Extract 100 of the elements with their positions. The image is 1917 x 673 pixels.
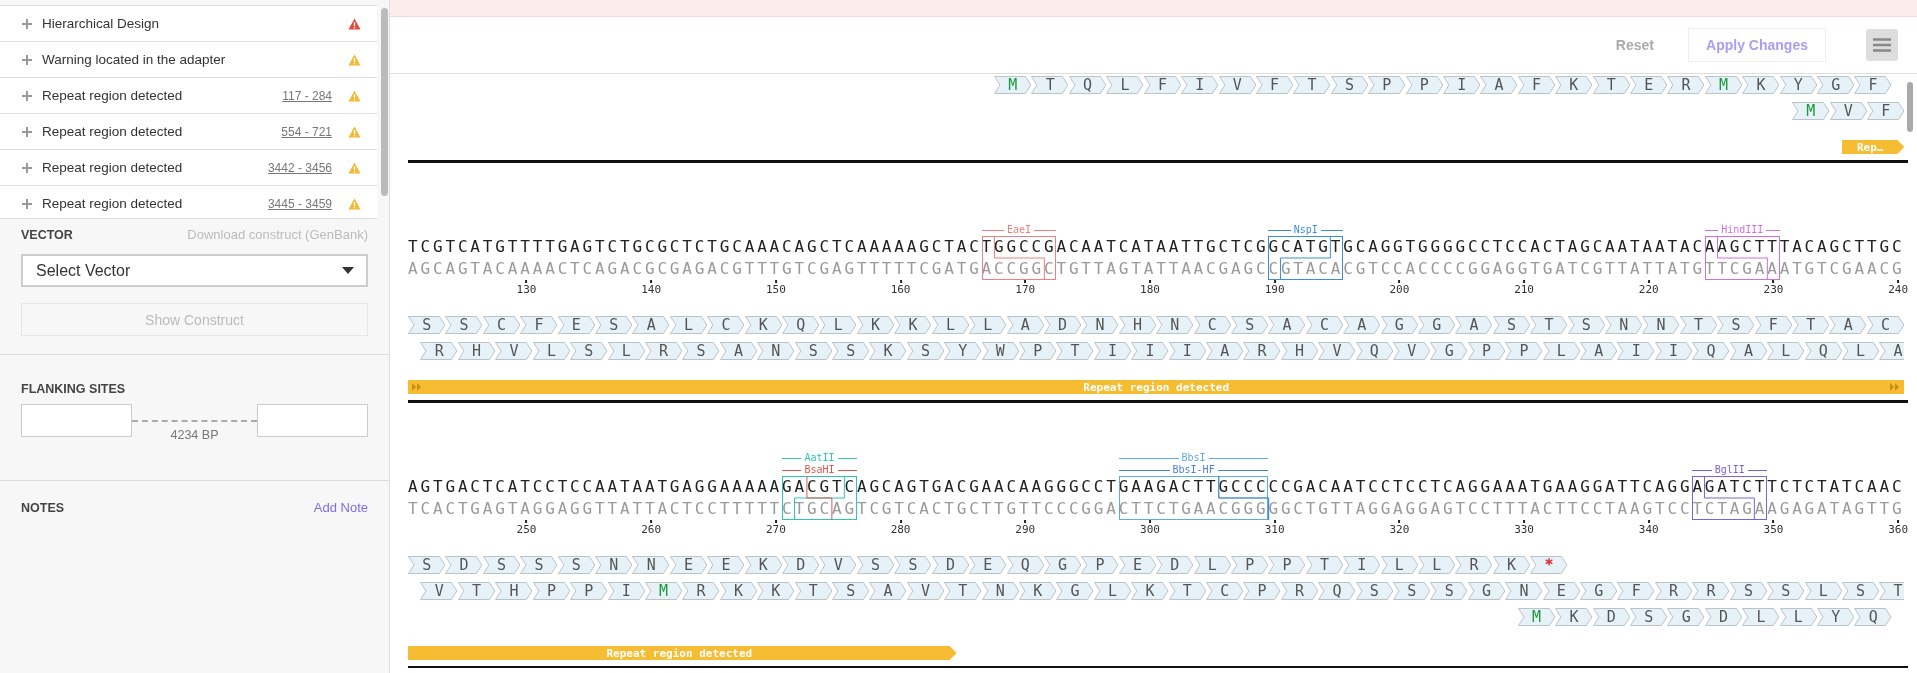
plus-icon[interactable] bbox=[22, 162, 32, 173]
amino-acid: F bbox=[1854, 76, 1892, 94]
amino-acid: P bbox=[570, 582, 608, 600]
amino-acid: F bbox=[1617, 582, 1655, 600]
flanking-input[interactable] bbox=[21, 404, 132, 437]
enzyme-label[interactable]: NspI bbox=[1293, 224, 1318, 236]
amino-acid: P bbox=[532, 582, 571, 600]
amino-acid: L bbox=[607, 342, 645, 360]
amino-acid: I bbox=[1131, 342, 1169, 360]
enzyme-label[interactable]: BsaHI bbox=[804, 464, 835, 476]
flanking-input[interactable] bbox=[257, 404, 368, 437]
range-link[interactable]: 554 - 721 bbox=[281, 124, 332, 139]
plus-icon[interactable] bbox=[22, 90, 32, 101]
amino-acid: K bbox=[856, 316, 895, 334]
section-title: VECTOR bbox=[21, 227, 73, 242]
amino-acid: D bbox=[931, 556, 970, 574]
enzyme-label[interactable]: HindIII bbox=[1721, 224, 1764, 236]
section-title: FLANKING SITES bbox=[21, 382, 126, 396]
amino-acid: V bbox=[1218, 76, 1256, 94]
amino-acid: S bbox=[1841, 582, 1880, 600]
issue-label: Repeat region detected bbox=[42, 196, 184, 211]
range-link[interactable]: 3445 - 3459 bbox=[267, 196, 332, 211]
amino-acid: S bbox=[570, 342, 608, 360]
plus-icon[interactable] bbox=[22, 198, 32, 209]
amino-acid: T bbox=[1168, 582, 1206, 600]
vector-select[interactable]: Select Vector bbox=[21, 254, 368, 287]
position-number: 350 bbox=[1763, 523, 1784, 536]
amino-acid: E bbox=[557, 316, 596, 334]
range-link[interactable]: 3442 - 3456 bbox=[267, 160, 332, 175]
enzyme-label[interactable]: BglII bbox=[1714, 464, 1745, 476]
position-number: 240 bbox=[1888, 283, 1909, 296]
amino-acid: H bbox=[495, 582, 533, 600]
amino-acid: N bbox=[757, 342, 795, 360]
amino-acid: M bbox=[1704, 76, 1743, 94]
amino-acid: I bbox=[1181, 76, 1219, 94]
amino-acid: S bbox=[1567, 316, 1605, 334]
amino-acid: F bbox=[1255, 76, 1294, 94]
amino-acid: N bbox=[1642, 316, 1680, 334]
issue-row[interactable]: Repeat region detected 117 - 284 bbox=[0, 78, 377, 114]
warning-icon bbox=[348, 125, 361, 138]
position-number: 230 bbox=[1763, 283, 1784, 296]
issue-label: Repeat region detected bbox=[42, 160, 184, 175]
amino-acid: L bbox=[1542, 342, 1581, 360]
enzyme-label[interactable]: BbsI bbox=[1181, 452, 1206, 464]
menu-button[interactable] bbox=[1866, 29, 1898, 61]
position-number: 300 bbox=[1140, 523, 1160, 536]
amino-acid: L bbox=[1106, 76, 1144, 94]
amino-acid: N bbox=[1605, 316, 1643, 334]
issue-row[interactable]: Repeat region detected 3442 - 3456 bbox=[0, 150, 377, 186]
amino-acid: S bbox=[1767, 582, 1805, 600]
amino-acid: T bbox=[944, 582, 982, 600]
position-number: 130 bbox=[516, 283, 537, 296]
enzyme-label[interactable]: EaeI bbox=[1006, 224, 1032, 236]
position-number: 310 bbox=[1264, 523, 1285, 536]
issue-row[interactable]: Hierarchical Design bbox=[0, 6, 377, 42]
amino-acid: I bbox=[1442, 76, 1481, 94]
plus-icon[interactable] bbox=[22, 18, 32, 29]
amino-acid: V bbox=[1393, 342, 1431, 360]
amino-acid: A bbox=[1580, 342, 1618, 360]
amino-acid: Y bbox=[1779, 76, 1817, 94]
amino-acid: H bbox=[457, 342, 496, 360]
amino-acid: A bbox=[1455, 316, 1493, 334]
amino-acid: G bbox=[1056, 582, 1094, 600]
amino-acid: S bbox=[445, 316, 483, 334]
amino-acid: S bbox=[482, 556, 521, 574]
issue-row[interactable]: Repeat region detected 554 - 721 bbox=[0, 114, 377, 150]
amino-acid: D bbox=[1704, 608, 1743, 626]
issue-row[interactable]: Warning located in the adapter bbox=[0, 42, 377, 78]
position-number: 200 bbox=[1389, 283, 1410, 296]
position-number: 340 bbox=[1638, 523, 1659, 536]
amino-acid: V bbox=[495, 342, 533, 360]
amino-acid: Q bbox=[1006, 556, 1044, 574]
plus-icon[interactable] bbox=[22, 126, 32, 137]
amino-acid: K bbox=[1131, 582, 1169, 600]
amino-acid: K bbox=[894, 316, 932, 334]
amino-acid: M bbox=[644, 582, 683, 600]
issue-row[interactable]: Repeat region detected 3445 - 3459 bbox=[0, 186, 377, 218]
amino-acid: Y bbox=[944, 342, 982, 360]
enzyme-label[interactable]: BbsI-HF bbox=[1172, 464, 1215, 476]
amino-acid: T bbox=[1293, 76, 1331, 94]
enzyme-label[interactable]: AatII bbox=[804, 452, 835, 464]
double-chevron-icon bbox=[412, 383, 422, 391]
plus-icon[interactable] bbox=[22, 54, 32, 65]
amino-acid: * bbox=[1530, 556, 1568, 574]
amino-acid: S bbox=[1355, 582, 1394, 600]
amino-acid: L bbox=[1093, 582, 1132, 600]
amino-acid: F bbox=[1866, 102, 1905, 120]
scrollbar[interactable] bbox=[1907, 82, 1913, 132]
amino-acid: L bbox=[1417, 556, 1456, 574]
amino-acid: P bbox=[1368, 76, 1406, 94]
amino-acid: W bbox=[981, 342, 1019, 360]
amino-acid: T bbox=[1305, 556, 1344, 574]
scrollbar[interactable] bbox=[381, 8, 388, 196]
amino-acid: R bbox=[682, 582, 720, 600]
amino-acid: N bbox=[595, 556, 633, 574]
position-number: 150 bbox=[765, 283, 786, 296]
amino-acid: I bbox=[607, 582, 645, 600]
range-link[interactable]: 117 - 284 bbox=[282, 88, 332, 103]
position-number: 280 bbox=[890, 523, 911, 536]
add-note-link[interactable]: Add Note bbox=[313, 500, 368, 515]
